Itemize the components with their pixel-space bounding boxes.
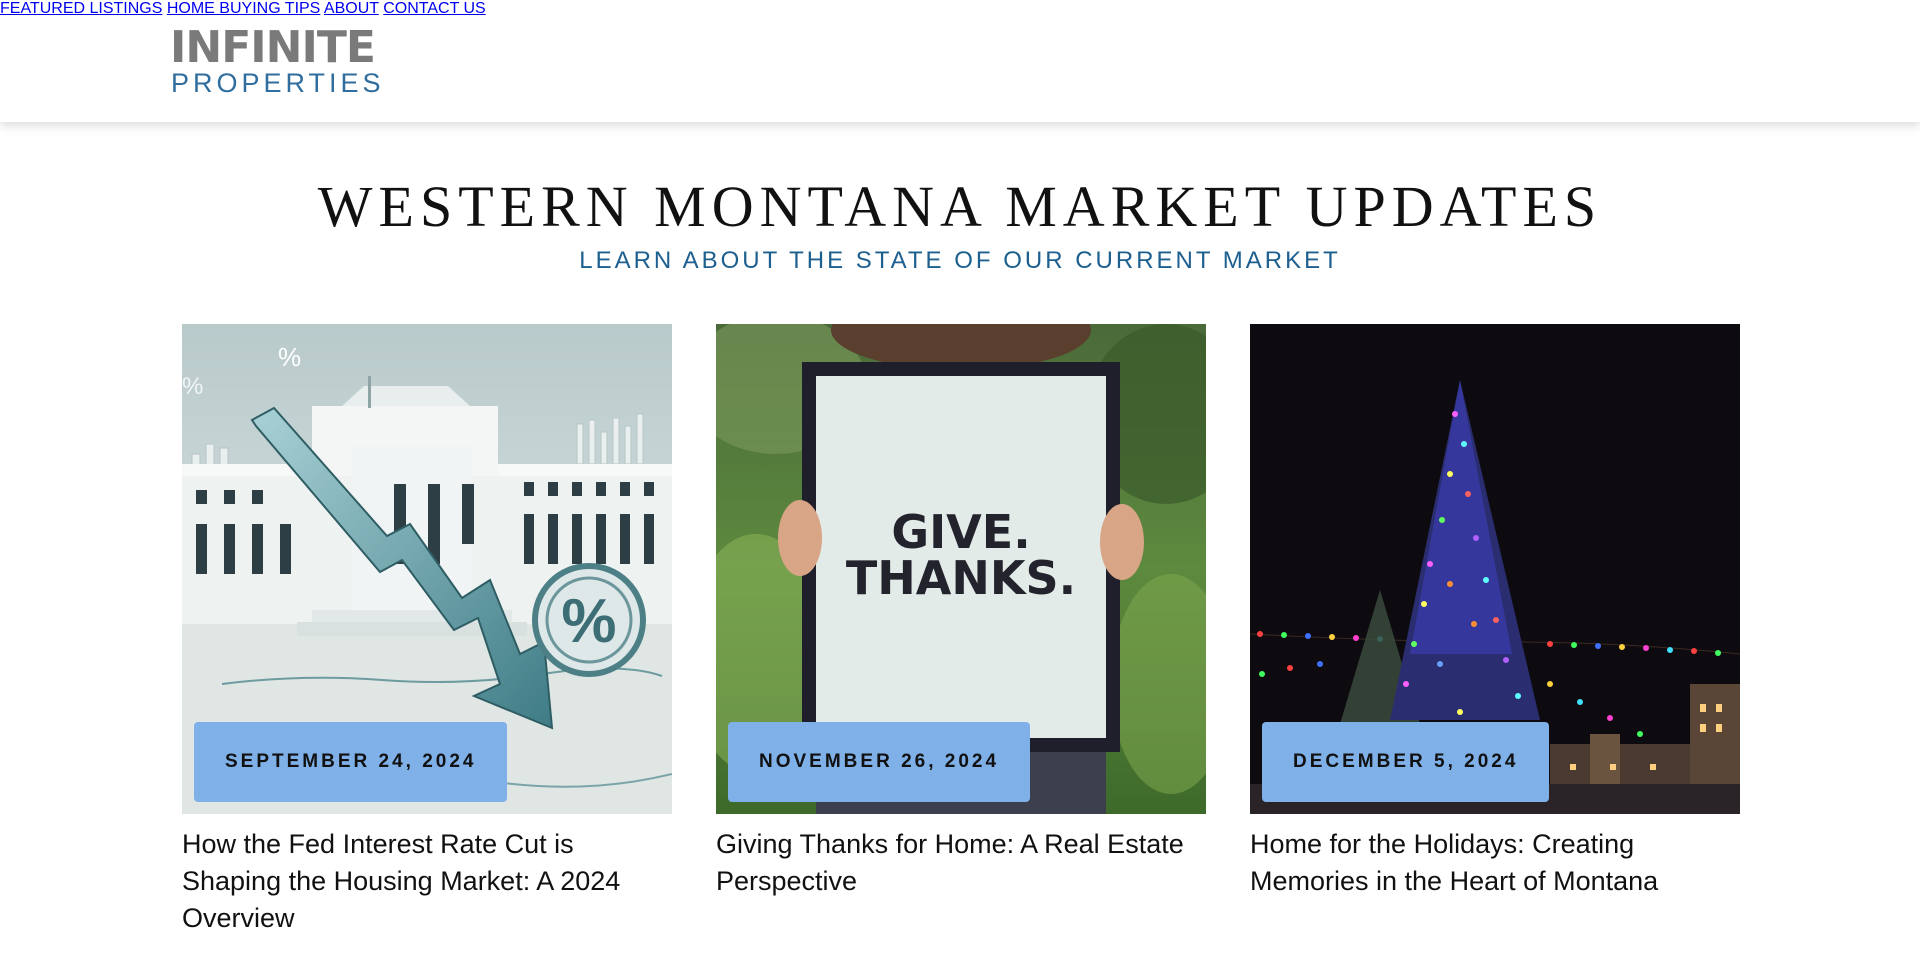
site-logo[interactable]: INFINITE PROPERTIES	[170, 22, 390, 99]
post-title-link[interactable]: Home for the Holidays: Creating Memories…	[1250, 826, 1740, 900]
nav-about[interactable]: ABOUT	[324, 0, 379, 17]
post-date-badge: SEPTEMBER 24, 2024	[194, 722, 508, 802]
nav-home-buying-tips[interactable]: HOME BUYING TIPS	[167, 0, 321, 17]
percent-coin-icon: %	[561, 587, 616, 656]
nav-featured-listings[interactable]: FEATURED LISTINGS	[0, 0, 162, 17]
post-title-link[interactable]: How the Fed Interest Rate Cut is Shaping…	[182, 826, 672, 937]
post-title-link[interactable]: Giving Thanks for Home: A Real Estate Pe…	[716, 826, 1206, 900]
page-title: WESTERN MONTANA MARKET UPDATES	[317, 174, 1603, 239]
post-date-badge: DECEMBER 5, 2024	[1262, 722, 1550, 802]
percent-symbol: %	[278, 342, 301, 372]
logo-wordmark-bottom: PROPERTIES	[171, 68, 385, 98]
logo-wordmark-top: INFINITE	[170, 22, 376, 73]
post-date-badge: NOVEMBER 26, 2024	[728, 722, 1031, 802]
sign-text-thanks: THANKS.	[846, 551, 1076, 605]
main-nav: FEATURED LISTINGS HOME BUYING TIPS ABOUT…	[0, 0, 1920, 18]
site-header: INFINITE PROPERTIES FEATURED LISTINGS HO…	[0, 0, 1920, 122]
nav-contact-us[interactable]: CONTACT US	[383, 0, 486, 17]
page-subtitle: LEARN ABOUT THE STATE OF OUR CURRENT MAR…	[579, 247, 1341, 274]
percent-symbol: %	[182, 373, 203, 400]
